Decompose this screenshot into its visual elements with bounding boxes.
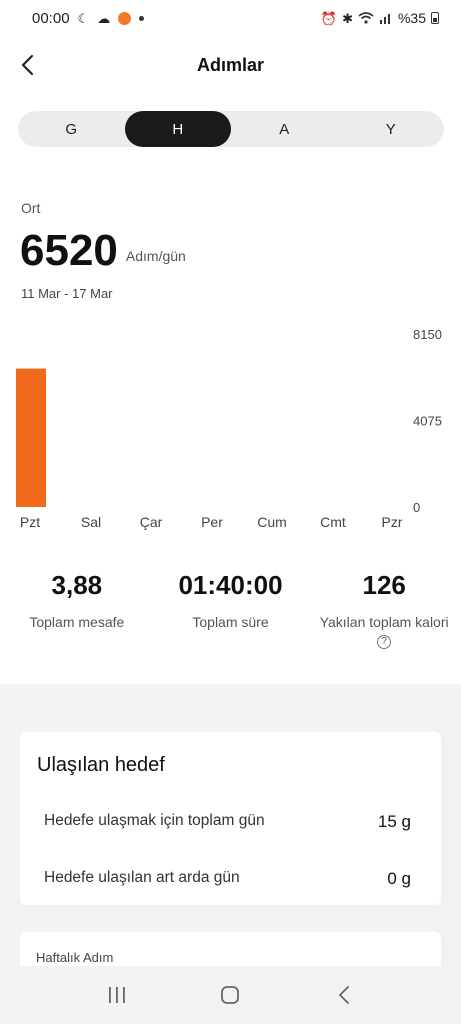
average-value: 6520 <box>20 226 118 275</box>
goal-card-title: Ulaşılan hedef <box>37 754 165 776</box>
stat-distance-label: Toplam mesafe <box>29 614 125 630</box>
bar-pzt[interactable] <box>16 368 46 507</box>
moon-icon: ☾ <box>77 10 90 26</box>
goal-row-value: 0 g <box>387 869 411 888</box>
goal-row-streak-days: Hedefe ulaşılan art arda gün 0 g <box>44 869 411 889</box>
y-tick-label: 8150 <box>413 327 442 342</box>
goal-row-label: Hedefe ulaşmak için toplam gün <box>44 812 265 829</box>
home-icon <box>221 986 240 1004</box>
system-nav-bar <box>0 966 461 1024</box>
average-unit: Adım/gün <box>125 248 186 264</box>
tab-week[interactable]: H <box>124 111 231 147</box>
x-tick-label: Pzt <box>20 514 40 530</box>
cloud-icon: ☁ <box>97 10 111 26</box>
tab-month[interactable]: A <box>231 111 338 147</box>
home-button[interactable] <box>210 975 250 1015</box>
average-label: Ort <box>21 200 41 216</box>
status-time: 00:00 <box>32 9 70 27</box>
page-title: Adımlar <box>196 54 265 75</box>
recent-apps-button[interactable] <box>97 975 137 1015</box>
more-notifications-icon <box>139 15 145 21</box>
x-tick-label: Pzr <box>382 514 403 530</box>
info-icon[interactable]: ? <box>377 635 392 650</box>
stat-calories-value: 126 <box>362 570 406 600</box>
goal-row-value: 15 g <box>377 812 411 831</box>
stat-calories-label-wrap: Yakılan toplam kalori? <box>314 613 454 651</box>
header: Adımlar <box>0 40 461 90</box>
average-row: 6520 Adım/gün <box>20 226 186 276</box>
stat-calories-label: Yakılan toplam kalori <box>319 614 449 630</box>
battery-icon <box>431 12 439 24</box>
x-tick-label: Cmt <box>320 514 346 530</box>
stats-row: 3,88 Toplam mesafe 01:40:00 Toplam süre … <box>0 570 461 651</box>
y-tick-label: 0 <box>413 500 420 515</box>
tab-day[interactable]: G <box>18 111 125 147</box>
app-notification-icon <box>118 11 132 25</box>
stat-calories: 126 Yakılan toplam kalori? <box>307 570 461 651</box>
status-left: 00:00 ☾ ☁ <box>32 9 145 27</box>
signal-icon <box>379 14 390 24</box>
back-button[interactable] <box>12 48 42 82</box>
x-tick-label: Sal <box>81 514 101 530</box>
stat-distance-value: 3,88 <box>51 570 103 600</box>
stat-duration-value: 01:40:00 <box>178 570 283 600</box>
goal-row-total-days: Hedefe ulaşmak için toplam gün 15 g <box>44 812 411 832</box>
recent-apps-icon <box>108 987 125 1003</box>
stat-duration-label: Toplam süre <box>192 614 269 630</box>
alarm-icon: ⏰ <box>320 10 338 26</box>
tab-year[interactable]: Y <box>338 111 445 147</box>
status-right: ⏰ ✱ %35 <box>321 10 439 26</box>
date-range: 11 Mar - 17 Mar <box>21 286 113 301</box>
y-tick-label: 4075 <box>413 414 442 429</box>
steps-bar-chart: 8150 4075 0 Pzt Sal Çar Per Cum Cmt Pzr <box>16 327 442 530</box>
back-icon <box>338 986 350 1004</box>
weekly-card-title: Haftalık Adım <box>36 950 114 965</box>
battery-percent: %35 <box>397 10 426 26</box>
x-tick-label: Per <box>201 514 223 530</box>
status-bar: 00:00 ☾ ☁ ⏰ ✱ %35 <box>0 0 461 36</box>
back-nav-button[interactable] <box>324 975 364 1015</box>
period-selector: G H A Y <box>18 111 444 147</box>
stat-duration: 01:40:00 Toplam süre <box>154 570 308 651</box>
goal-row-label: Hedefe ulaşılan art arda gün <box>44 869 240 886</box>
wifi-icon <box>358 12 374 24</box>
chevron-left-icon <box>21 54 34 76</box>
x-tick-label: Çar <box>140 514 163 530</box>
stat-distance: 3,88 Toplam mesafe <box>0 570 154 651</box>
goal-card[interactable]: Ulaşılan hedef Hedefe ulaşmak için topla… <box>20 732 441 905</box>
x-tick-label: Cum <box>257 514 287 530</box>
bluetooth-icon: ✱ <box>342 10 353 26</box>
